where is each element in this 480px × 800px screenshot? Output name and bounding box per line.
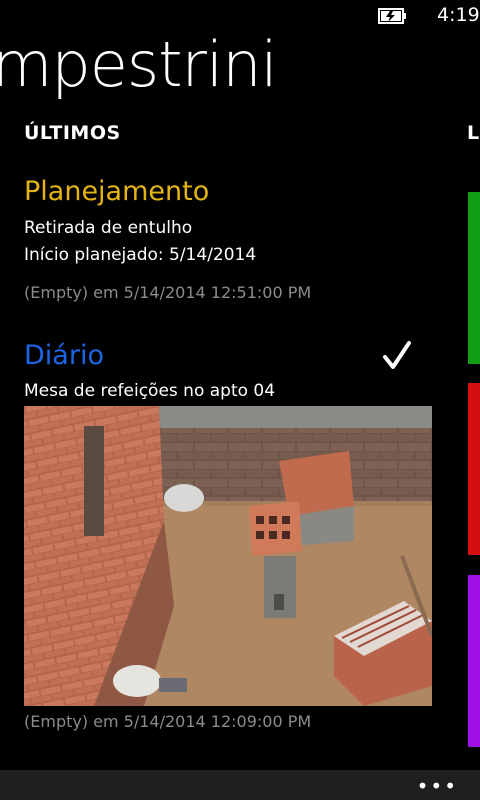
entry-line: Mesa de refeições no apto 04 bbox=[24, 381, 276, 401]
entry-line: Retirada de entulho bbox=[24, 218, 193, 238]
entry-meta: (Empty) em 5/14/2014 12:51:00 PM bbox=[24, 283, 312, 302]
clock: 4:19 bbox=[437, 4, 480, 26]
battery-charging-icon bbox=[378, 8, 406, 24]
tile-green[interactable] bbox=[468, 192, 480, 364]
tile-purple[interactable] bbox=[468, 575, 480, 747]
entry-title: Planejamento bbox=[24, 176, 210, 207]
entry-line: Início planejado: 5/14/2014 bbox=[24, 245, 257, 265]
construction-room-bricks-photo[interactable] bbox=[24, 406, 432, 706]
checkmark-icon bbox=[383, 341, 411, 369]
tile-red[interactable] bbox=[468, 383, 480, 555]
app-bar: ••• bbox=[0, 770, 480, 800]
entry-title: Diário bbox=[24, 340, 104, 371]
next-section-header-peek[interactable]: L bbox=[467, 122, 479, 144]
app-title: mpestrini bbox=[0, 28, 278, 101]
entry-meta: (Empty) em 5/14/2014 12:09:00 PM bbox=[24, 712, 312, 731]
ellipsis-icon[interactable]: ••• bbox=[417, 774, 458, 798]
screen: 4:19 mpestrini ÚLTIMOS L Planejamento Re… bbox=[0, 0, 480, 800]
section-header[interactable]: ÚLTIMOS bbox=[24, 122, 121, 144]
